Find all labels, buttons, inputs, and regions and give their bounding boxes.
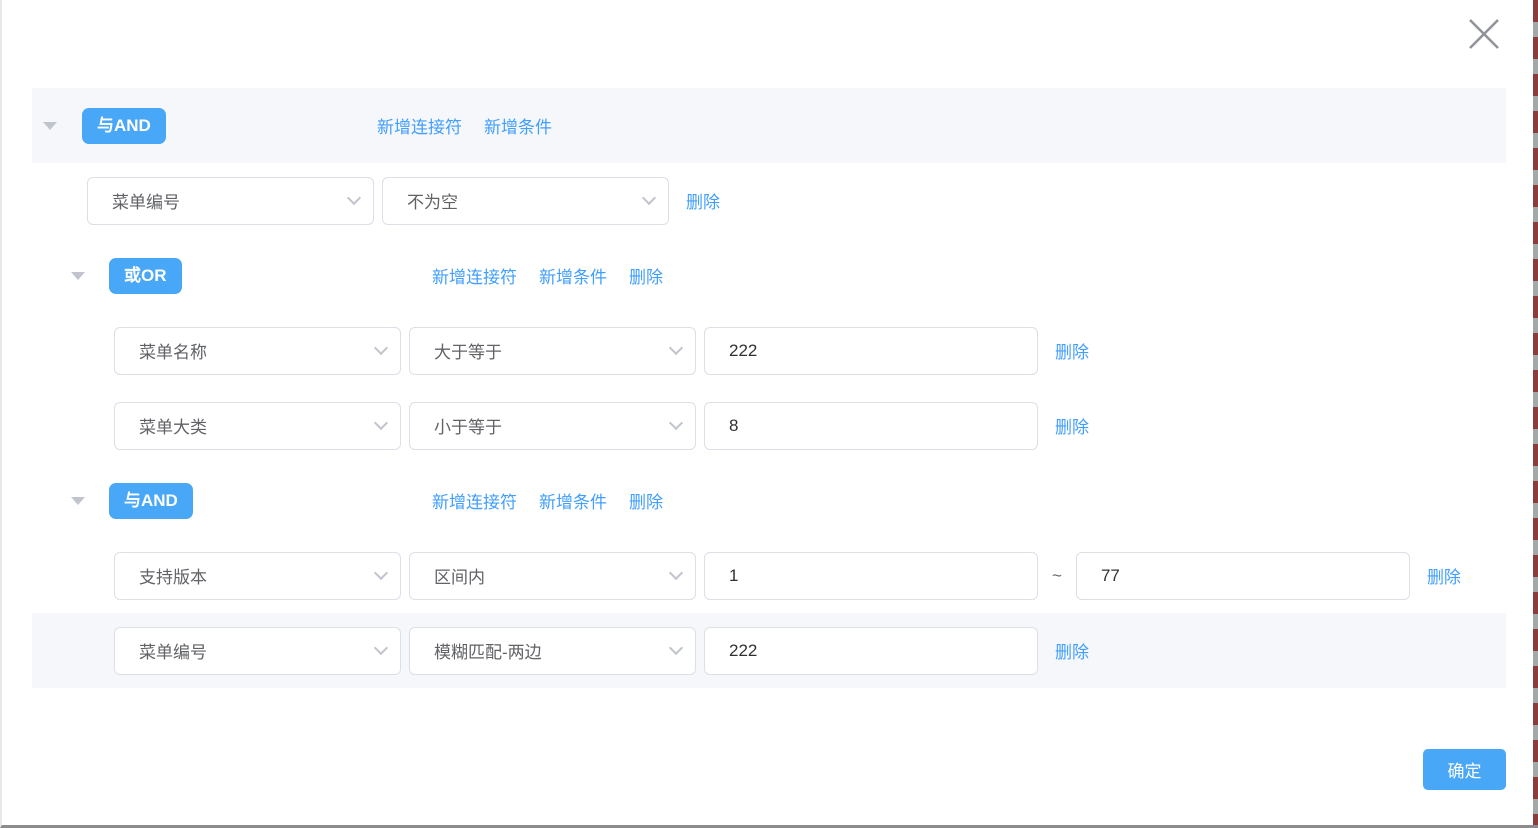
field-select-value: 支持版本 [139, 563, 207, 588]
chevron-down-icon [669, 566, 683, 580]
condition-row: 菜单编号 不为空 删除 [2, 163, 1538, 238]
connector-group-row-or: 或OR 新增连接符 新增条件 删除 [2, 238, 1538, 313]
operator-select[interactable]: 不为空 [382, 177, 669, 225]
operator-select[interactable]: 大于等于 [409, 327, 696, 375]
dialog-close-button[interactable] [1466, 16, 1502, 52]
chevron-down-icon [374, 416, 388, 430]
chevron-down-icon [374, 341, 388, 355]
expand-caret-icon[interactable] [71, 272, 85, 280]
connector-badge-and[interactable]: 与AND [109, 483, 193, 519]
delete-group-link[interactable]: 删除 [629, 263, 663, 288]
add-condition-link[interactable]: 新增条件 [539, 263, 607, 288]
add-condition-link[interactable]: 新增条件 [539, 488, 607, 513]
range-end-input[interactable] [1076, 552, 1410, 600]
condition-row-range: 支持版本 区间内 ~ 删除 [2, 538, 1538, 613]
operator-select[interactable]: 小于等于 [409, 402, 696, 450]
field-select-value: 菜单编号 [139, 638, 207, 663]
value-input[interactable] [704, 327, 1038, 375]
add-connector-link[interactable]: 新增连接符 [432, 263, 517, 288]
connector-badge-or[interactable]: 或OR [109, 258, 182, 294]
window-right-edge-stripe [1533, 0, 1538, 825]
field-select[interactable]: 菜单编号 [87, 177, 374, 225]
chevron-down-icon [669, 341, 683, 355]
field-select-value: 菜单编号 [112, 188, 180, 213]
filter-condition-builder: 与AND 新增连接符 新增条件 菜单编号 不为空 删除 或OR 新增连接符 新增… [2, 88, 1538, 688]
chevron-down-icon [669, 641, 683, 655]
close-icon [1467, 17, 1501, 51]
value-input[interactable] [704, 627, 1038, 675]
delete-condition-link[interactable]: 删除 [1055, 338, 1089, 363]
delete-condition-link[interactable]: 删除 [1055, 413, 1089, 438]
confirm-button[interactable]: 确定 [1423, 749, 1506, 790]
operator-select[interactable]: 模糊匹配-两边 [409, 627, 696, 675]
range-start-input[interactable] [704, 552, 1038, 600]
condition-row: 菜单名称 大于等于 删除 [2, 313, 1538, 388]
field-select[interactable]: 菜单编号 [114, 627, 401, 675]
operator-select[interactable]: 区间内 [409, 552, 696, 600]
delete-group-link[interactable]: 删除 [629, 488, 663, 513]
delete-condition-link[interactable]: 删除 [686, 188, 720, 213]
operator-select-value: 不为空 [407, 188, 458, 213]
field-select[interactable]: 菜单大类 [114, 402, 401, 450]
chevron-down-icon [374, 641, 388, 655]
field-select[interactable]: 支持版本 [114, 552, 401, 600]
delete-condition-link[interactable]: 删除 [1055, 638, 1089, 663]
expand-caret-icon[interactable] [43, 122, 57, 130]
connector-group-row-and-nested: 与AND 新增连接符 新增条件 删除 [2, 463, 1538, 538]
chevron-down-icon [347, 191, 361, 205]
expand-caret-icon[interactable] [71, 497, 85, 505]
chevron-down-icon [374, 566, 388, 580]
chevron-down-icon [642, 191, 656, 205]
field-select-value: 菜单名称 [139, 338, 207, 363]
range-separator: ~ [1052, 566, 1062, 586]
delete-condition-link[interactable]: 删除 [1427, 563, 1461, 588]
condition-row: 菜单大类 小于等于 删除 [2, 388, 1538, 463]
field-select[interactable]: 菜单名称 [114, 327, 401, 375]
connector-badge-and[interactable]: 与AND [82, 108, 166, 144]
add-connector-link[interactable]: 新增连接符 [432, 488, 517, 513]
condition-row: 菜单编号 模糊匹配-两边 删除 [2, 613, 1538, 688]
operator-select-value: 小于等于 [434, 413, 502, 438]
connector-group-row-and-root: 与AND 新增连接符 新增条件 [2, 88, 1538, 163]
add-condition-link[interactable]: 新增条件 [484, 113, 552, 138]
value-input[interactable] [704, 402, 1038, 450]
field-select-value: 菜单大类 [139, 413, 207, 438]
add-connector-link[interactable]: 新增连接符 [377, 113, 462, 138]
operator-select-value: 区间内 [434, 563, 485, 588]
operator-select-value: 大于等于 [434, 338, 502, 363]
operator-select-value: 模糊匹配-两边 [434, 638, 542, 663]
chevron-down-icon [669, 416, 683, 430]
